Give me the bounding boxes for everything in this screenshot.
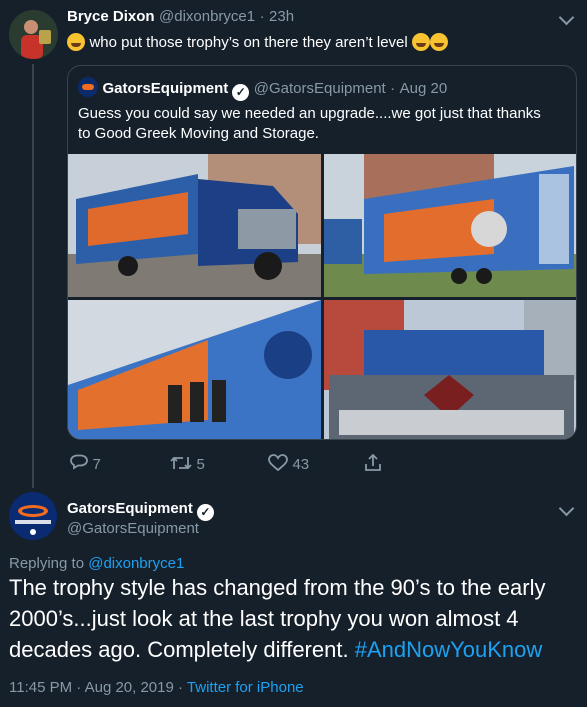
main-text-line: The trophy style has changed from the 90… xyxy=(9,575,546,600)
chevron-down-icon[interactable] xyxy=(558,500,575,517)
like-count: 43 xyxy=(292,456,310,473)
truck-front-photo[interactable] xyxy=(68,154,321,297)
quoted-text-line: to Good Greek Moving and Storage. xyxy=(78,125,319,142)
trailer-side-photo-icon xyxy=(324,154,576,297)
separator: · xyxy=(178,679,184,696)
grimacing-emoji-icon xyxy=(67,33,85,51)
reply-author-handle[interactable]: @dixonbryce1 xyxy=(159,8,255,25)
reply-time[interactable]: 23h xyxy=(269,8,294,25)
laughing-emoji-icon xyxy=(430,33,449,51)
retweet-icon xyxy=(170,456,192,470)
replying-to: Replying to @dixonbryce1 xyxy=(9,555,184,572)
verified-icon: ✓ xyxy=(196,504,214,521)
gators-logo-icon xyxy=(9,492,57,540)
like-button[interactable]: 43 xyxy=(268,454,309,474)
share-button[interactable] xyxy=(364,453,382,477)
thread-line xyxy=(32,64,34,488)
verified-icon: ✓ xyxy=(232,84,250,101)
reply-author-name[interactable]: Bryce Dixon xyxy=(67,8,155,25)
trailer-trophies-photo[interactable] xyxy=(68,300,321,439)
source-link[interactable]: Twitter for iPhone xyxy=(187,679,304,696)
heart-icon xyxy=(268,454,288,472)
retweet-button[interactable]: 5 xyxy=(170,454,205,474)
reply-tweet-body: who put those trophy’s on there they are… xyxy=(67,33,449,52)
quoted-tweet-card[interactable]: GatorsEquipment ✓ @GatorsEquipment · Aug … xyxy=(67,65,577,440)
main-author-handle[interactable]: @GatorsEquipment xyxy=(67,520,199,537)
main-text-line: 2000’s...just look at the last trophy yo… xyxy=(9,606,519,631)
avatar[interactable] xyxy=(9,492,57,540)
hashtag-link[interactable]: #AndNowYouKnow xyxy=(355,637,543,662)
quoted-tweet-text: Guess you could say we needed an upgrade… xyxy=(78,104,541,144)
reply-tweet-header: Bryce Dixon @dixonbryce1 · 23h xyxy=(67,8,294,26)
replying-to-handle-link[interactable]: @dixonbryce1 xyxy=(88,555,184,572)
quoted-author-handle: @GatorsEquipment xyxy=(253,80,386,97)
gators-logo-icon xyxy=(78,77,98,97)
main-text-line: decades ago. Completely different. xyxy=(9,637,349,662)
profile-photo-icon xyxy=(9,10,58,59)
main-text-line-with-hashtag: decades ago. Completely different. #AndN… xyxy=(9,634,545,665)
main-tweet-text: The trophy style has changed from the 90… xyxy=(9,572,545,665)
replying-to-label: Replying to xyxy=(9,555,85,572)
chevron-down-icon[interactable] xyxy=(558,9,575,26)
avatar[interactable] xyxy=(9,10,58,59)
trailer-side-photo[interactable] xyxy=(324,154,576,297)
main-author-name[interactable]: GatorsEquipment xyxy=(67,500,193,517)
quoted-tweet-header: GatorsEquipment ✓ @GatorsEquipment · Aug … xyxy=(78,77,447,101)
main-tweet-header: GatorsEquipment ✓ xyxy=(67,500,214,521)
retweet-count: 5 xyxy=(196,456,205,473)
separator: · xyxy=(259,8,265,25)
timestamp[interactable]: 11:45 PM · Aug 20, 2019 xyxy=(9,679,174,696)
separator: · xyxy=(390,80,396,97)
trailer-trophies-photo-icon xyxy=(68,300,321,439)
truck-grille-photo[interactable] xyxy=(324,300,576,439)
truck-grille-photo-icon xyxy=(324,300,576,439)
main-tweet-meta: 11:45 PM · Aug 20, 2019 · Twitter for iP… xyxy=(9,679,304,696)
share-icon xyxy=(365,453,381,471)
laughing-emoji-icon xyxy=(412,33,431,51)
reply-icon xyxy=(70,454,88,470)
quoted-author-name: GatorsEquipment xyxy=(102,80,229,97)
reply-count: 7 xyxy=(92,456,101,473)
quoted-date: Aug 20 xyxy=(399,80,448,97)
reply-button[interactable]: 7 xyxy=(70,454,101,474)
quoted-text-line: Guess you could say we needed an upgrade… xyxy=(78,105,541,122)
reply-text: who put those trophy’s on there they are… xyxy=(89,34,408,51)
truck-front-photo-icon xyxy=(68,154,321,297)
